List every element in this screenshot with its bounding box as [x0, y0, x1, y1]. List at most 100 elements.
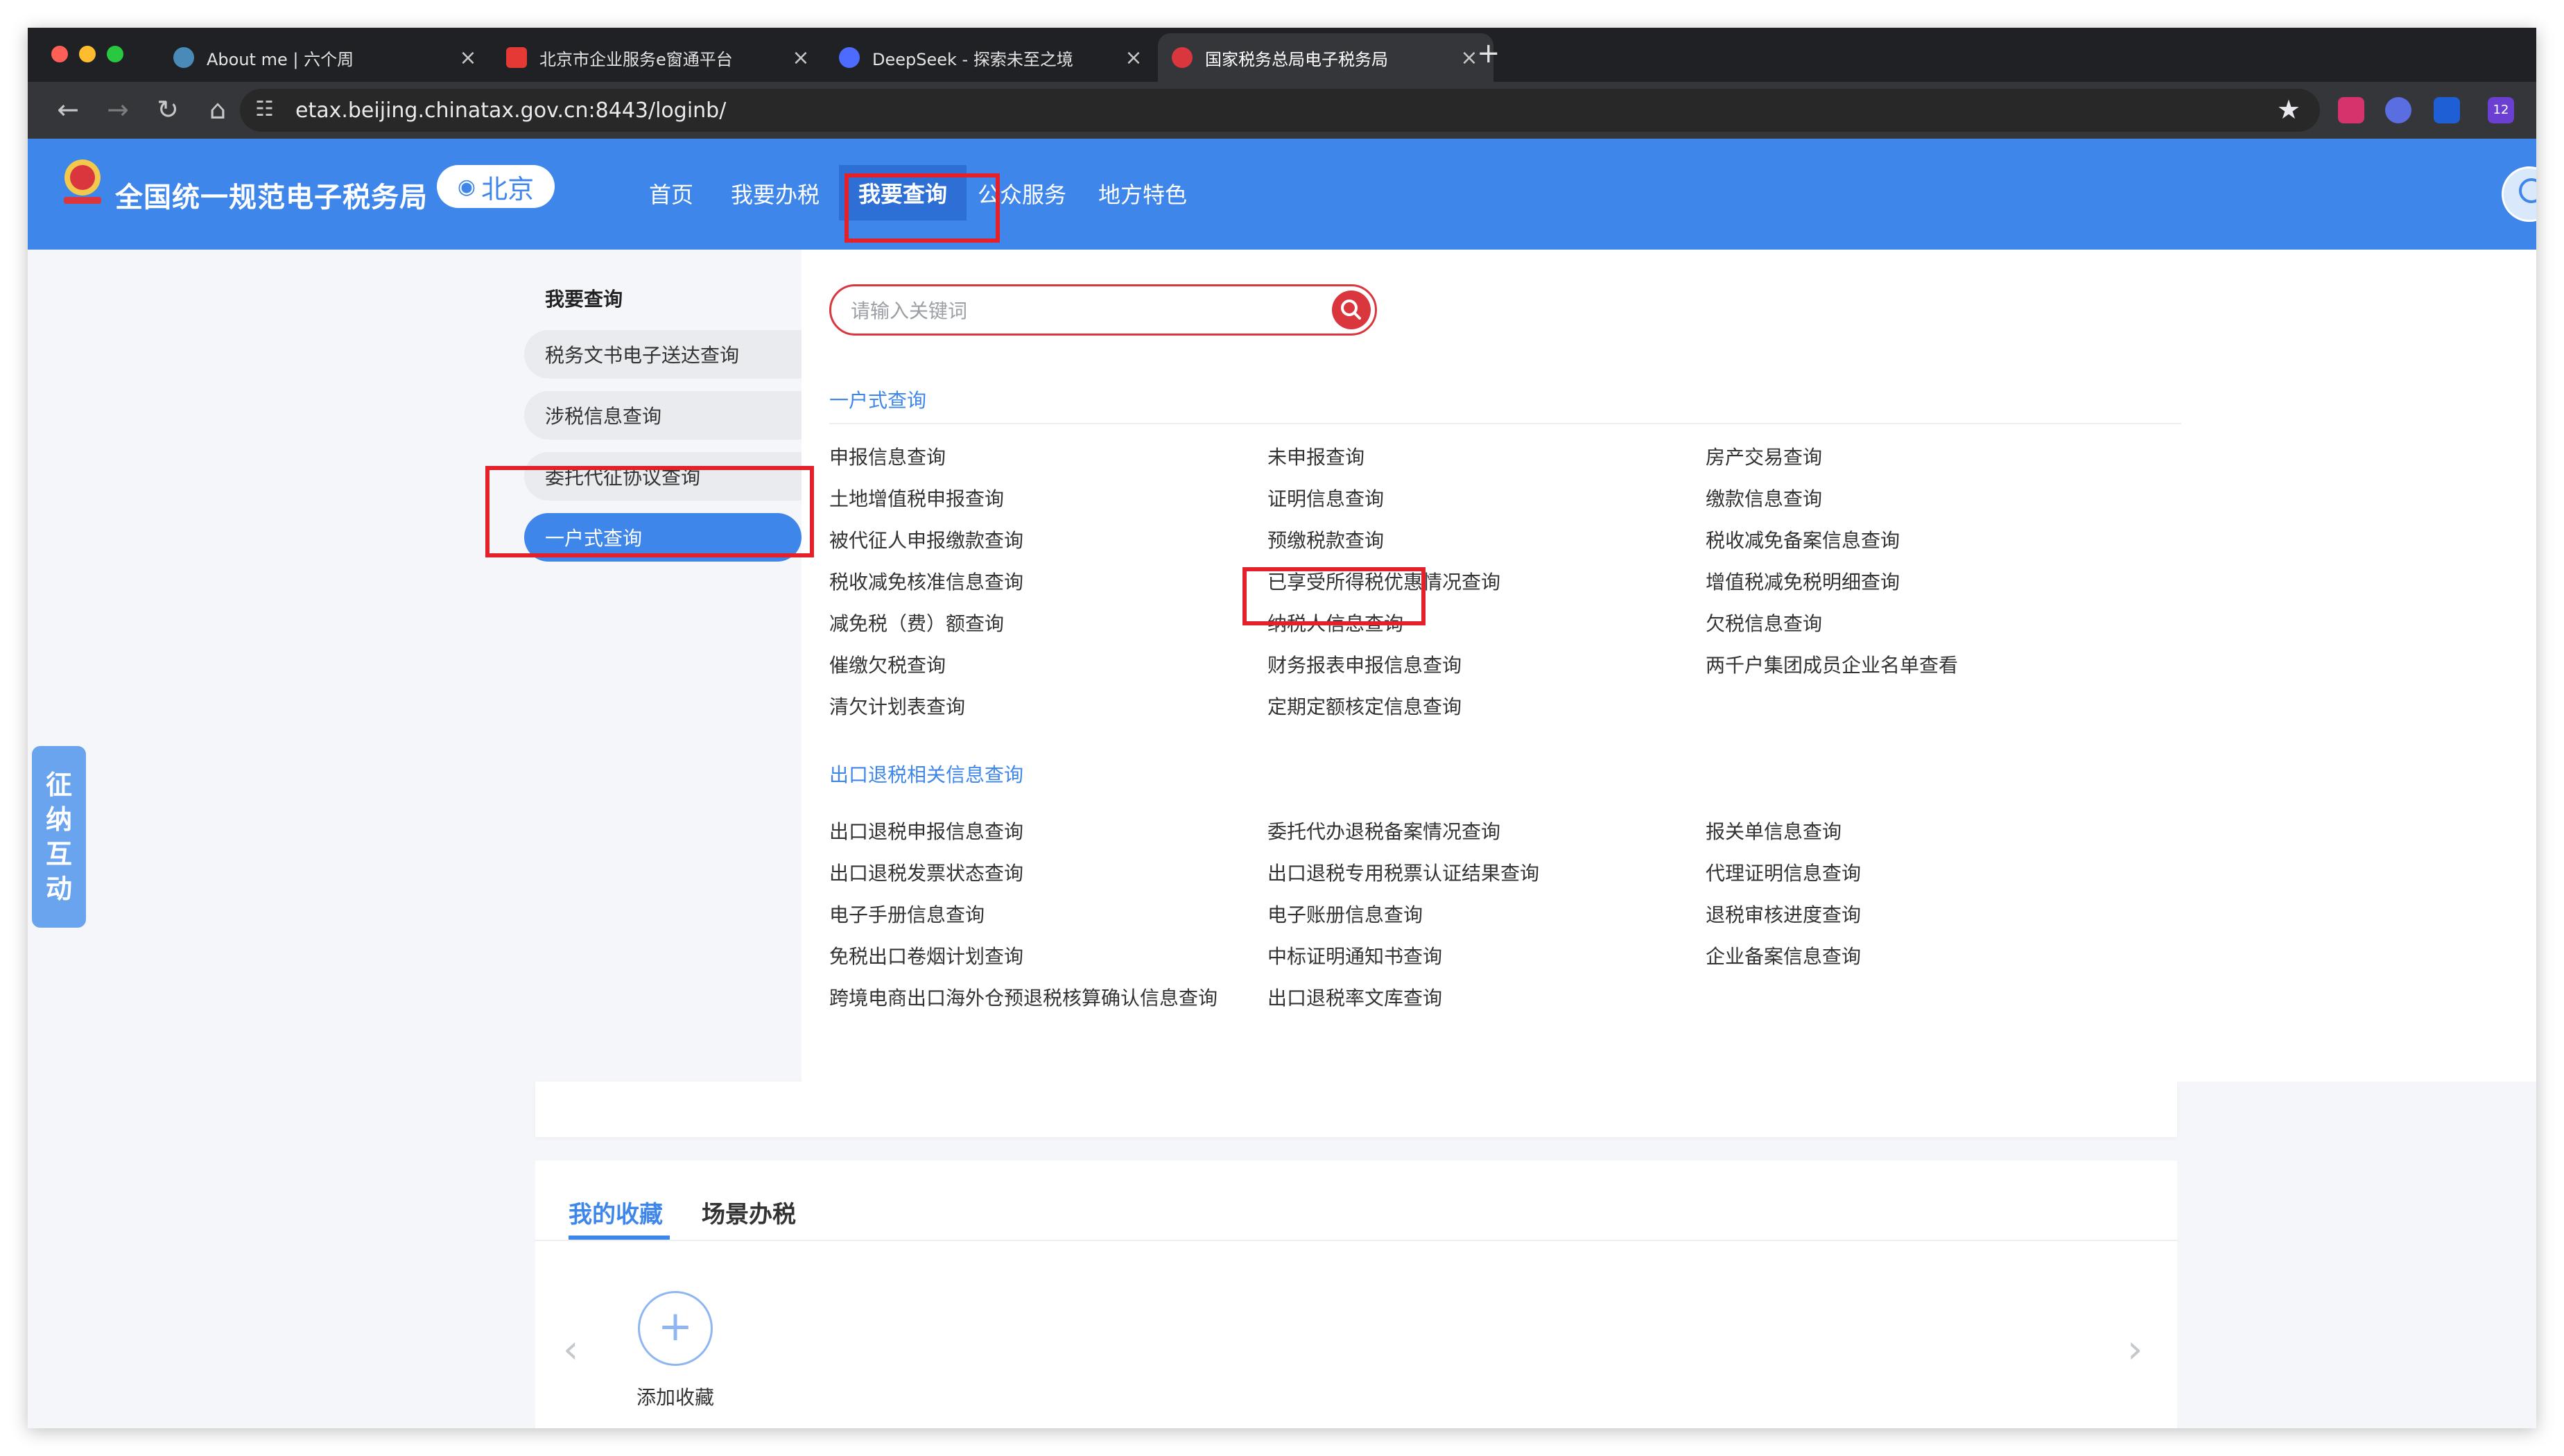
- nav-local-feature[interactable]: 地方特色: [1098, 177, 1187, 209]
- tab-favicon-icon: [1172, 47, 1193, 68]
- search-button[interactable]: [1332, 291, 1371, 329]
- query-link[interactable]: 增值税减免税明细查询: [1706, 567, 1900, 595]
- nav-handle-tax[interactable]: 我要办税: [731, 177, 820, 209]
- category-item[interactable]: 税务文书电子送达查询: [524, 330, 802, 379]
- query-link[interactable]: 申报信息查询: [829, 442, 946, 470]
- home-icon[interactable]: ⌂: [202, 94, 233, 125]
- query-link[interactable]: 两千户集团成员企业名单查看: [1706, 650, 1958, 678]
- query-link[interactable]: 税收减免备案信息查询: [1706, 526, 1900, 553]
- query-link[interactable]: 电子账册信息查询: [1267, 900, 1423, 928]
- query-link[interactable]: 报关单信息查询: [1706, 817, 1842, 844]
- query-link[interactable]: 税收减免核准信息查询: [829, 567, 1023, 595]
- search-box[interactable]: [829, 284, 1377, 336]
- browser-window: About me | 六个周 × 北京市企业服务e窗通平台 × DeepSeek…: [28, 28, 2536, 1428]
- interaction-float-button[interactable]: 征 纳 互 动: [32, 746, 86, 928]
- add-favorite-label: 添加收藏: [636, 1386, 715, 1409]
- section-divider: [829, 423, 2181, 424]
- bookmark-star-icon[interactable]: ★: [2277, 94, 2301, 125]
- minimize-window-button[interactable]: [79, 46, 96, 62]
- tab-close-icon[interactable]: ×: [790, 46, 811, 70]
- query-link[interactable]: 出口退税专用税票认证结果查询: [1267, 858, 1539, 886]
- query-link[interactable]: 减免税（费）额查询: [829, 609, 1004, 636]
- site-title[interactable]: 全国统一规范电子税务局: [115, 175, 428, 215]
- site-settings-icon[interactable]: ☷: [255, 97, 274, 121]
- query-link[interactable]: 中标证明通知书查询: [1267, 942, 1442, 969]
- tab-title: 国家税务总局电子税务局: [1205, 49, 1388, 69]
- browser-tab-active[interactable]: 国家税务总局电子税务局 ×: [1158, 33, 1493, 82]
- query-link[interactable]: 出口退税率文库查询: [1267, 983, 1442, 1011]
- nav-public-service[interactable]: 公众服务: [978, 177, 1066, 209]
- extension-badge-icon[interactable]: 12: [2488, 97, 2514, 123]
- nav-home[interactable]: 首页: [649, 177, 693, 209]
- query-link[interactable]: 财务报表申报信息查询: [1267, 650, 1462, 678]
- query-link[interactable]: 证明信息查询: [1267, 484, 1384, 512]
- close-window-button[interactable]: [51, 46, 68, 62]
- query-link[interactable]: 电子手册信息查询: [829, 900, 985, 928]
- browser-tab[interactable]: About me | 六个周 ×: [159, 33, 492, 82]
- url-text[interactable]: etax.beijing.chinatax.gov.cn:8443/loginb…: [295, 98, 726, 123]
- category-item[interactable]: 委托代征协议查询: [524, 452, 802, 501]
- user-avatar[interactable]: [2502, 166, 2536, 222]
- tab-my-favorites[interactable]: 我的收藏: [569, 1195, 663, 1229]
- forward-icon[interactable]: →: [103, 94, 133, 125]
- query-link[interactable]: 免税出口卷烟计划查询: [829, 942, 1023, 969]
- query-link-taxpayer-info[interactable]: 纳税人信息查询: [1267, 609, 1403, 636]
- query-link[interactable]: 清欠计划表查询: [829, 692, 965, 720]
- query-link[interactable]: 出口退税发票状态查询: [829, 858, 1023, 886]
- tab-close-icon[interactable]: ×: [1123, 46, 1144, 70]
- region-selector[interactable]: ◉ 北京: [437, 165, 555, 208]
- query-link[interactable]: 定期定额核定信息查询: [1267, 692, 1462, 720]
- tab-bar: About me | 六个周 × 北京市企业服务e窗通平台 × DeepSeek…: [28, 28, 2536, 82]
- reload-icon[interactable]: ↻: [153, 94, 183, 125]
- query-link[interactable]: 出口退税申报信息查询: [829, 817, 1023, 844]
- region-label: 北京: [481, 173, 535, 205]
- query-link[interactable]: 代理证明信息查询: [1706, 858, 1861, 886]
- query-link[interactable]: 未申报查询: [1267, 442, 1365, 470]
- favorites-card: 我的收藏 场景办税 ‹ + 添加收藏 ›: [535, 1161, 2177, 1428]
- tab-title: DeepSeek - 探索未至之境: [872, 49, 1073, 69]
- float-char: 纳: [45, 804, 72, 835]
- tab-favicon-icon: [839, 47, 860, 68]
- query-link[interactable]: 被代征人申报缴款查询: [829, 526, 1023, 553]
- float-char: 征: [45, 770, 72, 800]
- query-link[interactable]: 企业备案信息查询: [1706, 942, 1861, 969]
- query-link[interactable]: 跨境电商出口海外仓预退税核算确认信息查询: [829, 983, 1218, 1011]
- query-link[interactable]: 预缴税款查询: [1267, 526, 1384, 553]
- tax-emblem-icon: [64, 159, 101, 204]
- browser-tab[interactable]: 北京市企业服务e窗通平台 ×: [492, 33, 825, 82]
- zoom-window-button[interactable]: [107, 46, 123, 62]
- new-tab-button[interactable]: +: [1477, 37, 1500, 69]
- address-bar[interactable]: ☷ etax.beijing.chinatax.gov.cn:8443/logi…: [240, 89, 2320, 132]
- query-link[interactable]: 催缴欠税查询: [829, 650, 946, 678]
- add-favorite-button[interactable]: +: [638, 1291, 713, 1366]
- query-link[interactable]: 欠税信息查询: [1706, 609, 1822, 636]
- extension-icon[interactable]: [2385, 97, 2411, 123]
- translate-extension-icon[interactable]: [2338, 97, 2364, 123]
- tab-favicon-icon: [506, 47, 527, 68]
- search-icon: [1341, 300, 1361, 320]
- back-icon[interactable]: ←: [53, 94, 83, 125]
- query-link[interactable]: 委托代办退税备案情况查询: [1267, 817, 1500, 844]
- float-char: 动: [45, 874, 72, 904]
- section-title[interactable]: 一户式查询: [829, 385, 926, 413]
- tab-scenario-tax[interactable]: 场景办税: [702, 1195, 796, 1229]
- category-item-active[interactable]: 一户式查询: [524, 513, 802, 562]
- tab-close-icon[interactable]: ×: [458, 46, 478, 70]
- tab-favicon-icon: [173, 47, 194, 68]
- query-link[interactable]: 退税审核进度查询: [1706, 900, 1861, 928]
- query-link[interactable]: 已享受所得税优惠情况查询: [1267, 567, 1500, 595]
- carousel-next-icon[interactable]: ›: [2127, 1327, 2142, 1372]
- query-link[interactable]: 土地增值税申报查询: [829, 484, 1004, 512]
- query-link[interactable]: 缴款信息查询: [1706, 484, 1822, 512]
- browser-tab[interactable]: DeepSeek - 探索未至之境 ×: [825, 33, 1158, 82]
- shield-extension-icon[interactable]: [2434, 97, 2460, 123]
- category-item[interactable]: 涉税信息查询: [524, 391, 802, 440]
- nav-query[interactable]: 我要查询: [839, 165, 967, 220]
- query-link[interactable]: 房产交易查询: [1706, 442, 1822, 470]
- search-input[interactable]: [849, 296, 1324, 325]
- query-category-list: 我要查询 税务文书电子送达查询 涉税信息查询 委托代征协议查询 一户式查询: [524, 250, 802, 1082]
- carousel-prev-icon[interactable]: ‹: [563, 1327, 578, 1372]
- query-dropdown-panel: 我要查询 税务文书电子送达查询 涉税信息查询 委托代征协议查询 一户式查询 一户…: [28, 250, 2536, 1082]
- section-title[interactable]: 出口退税相关信息查询: [829, 760, 1023, 788]
- query-links-area: 一户式查询 申报信息查询 土地增值税申报查询 被代征人申报缴款查询 税收减免核准…: [802, 250, 2536, 1082]
